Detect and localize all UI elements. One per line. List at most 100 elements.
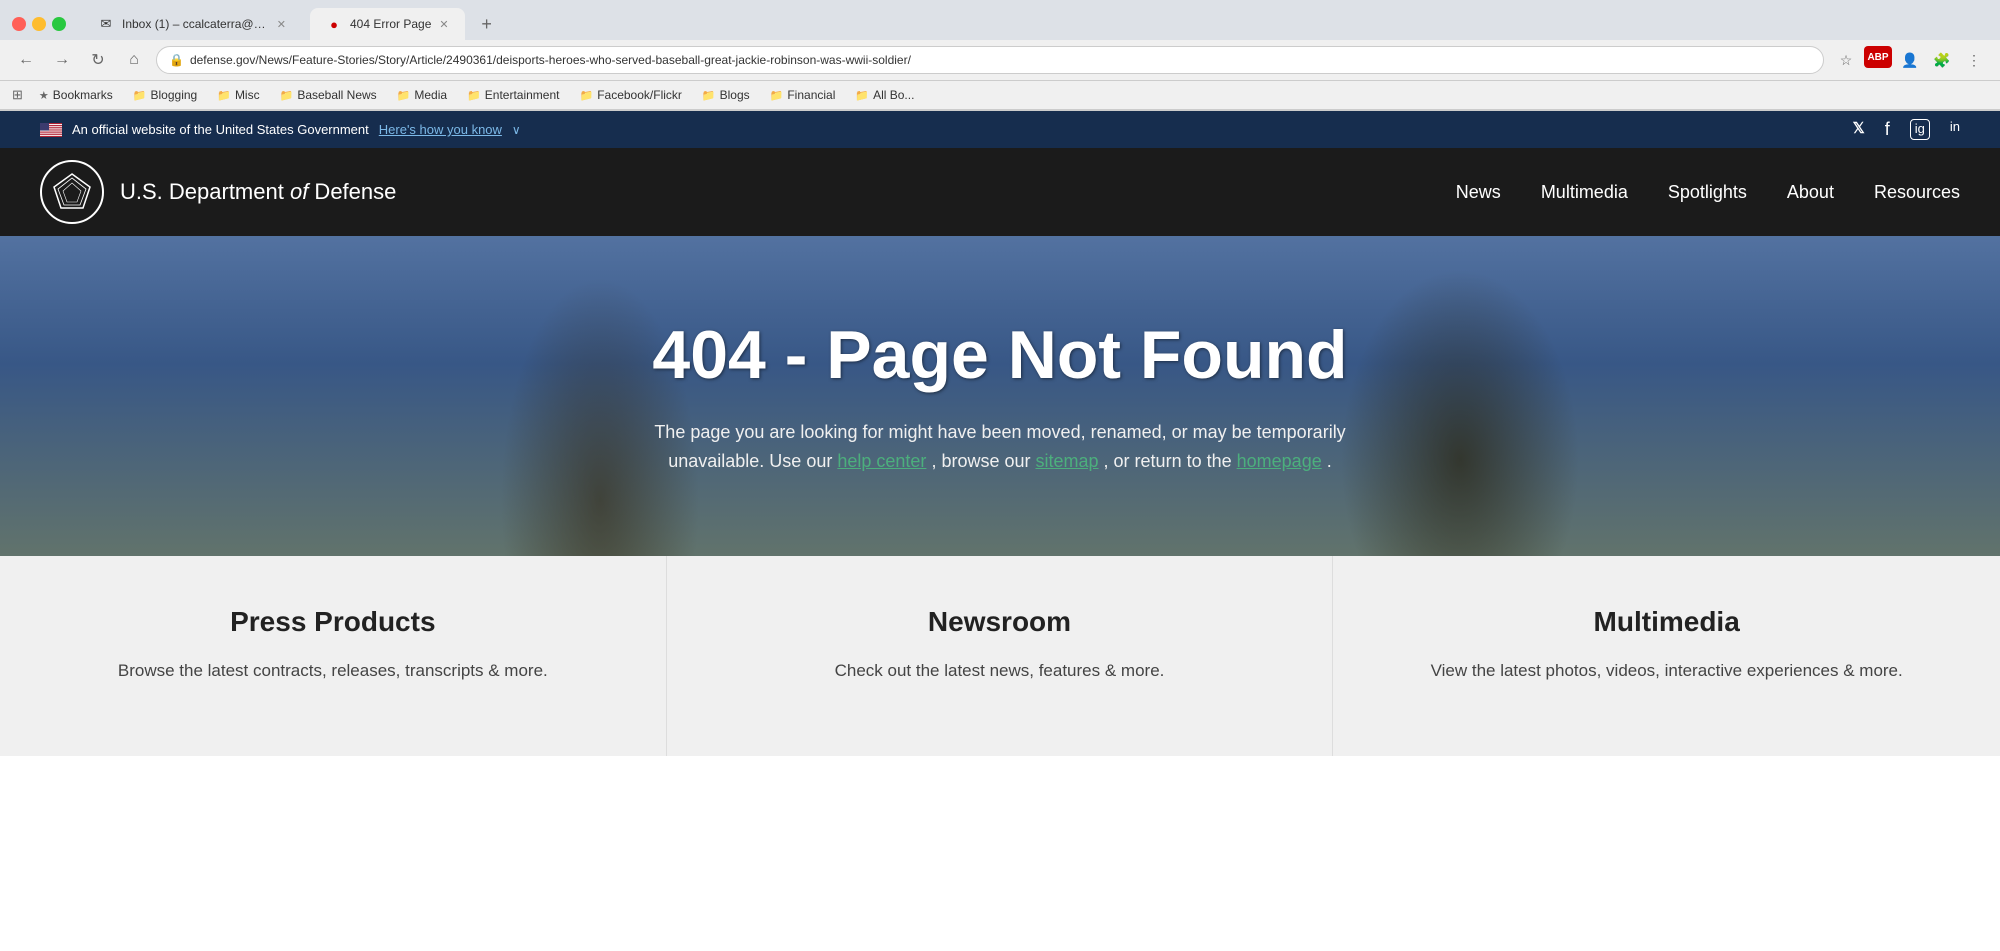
close-window-button[interactable]: [12, 17, 26, 31]
error-desc-part2: unavailable. Use our: [668, 451, 832, 471]
menu-button[interactable]: ⋮: [1960, 46, 1988, 74]
maximize-window-button[interactable]: [52, 17, 66, 31]
minimize-window-button[interactable]: [32, 17, 46, 31]
gov-bar-left: An official website of the United States…: [40, 122, 521, 137]
abp-button[interactable]: ABP: [1864, 46, 1892, 68]
url-bar[interactable]: 🔒 defense.gov/News/Feature-Stories/Story…: [156, 46, 1824, 74]
error-desc-part4: , or return to the: [1104, 451, 1232, 471]
pentagon-logo[interactable]: [40, 160, 104, 224]
home-button[interactable]: ⌂: [120, 46, 148, 74]
bookmark-media[interactable]: 📁 Media: [389, 85, 455, 105]
how-to-know-link[interactable]: Here's how you know: [379, 122, 502, 137]
tab-gmail-close[interactable]: ✕: [277, 18, 286, 31]
tab-404[interactable]: ● 404 Error Page ✕: [310, 8, 465, 40]
pentagon-icon: [50, 170, 94, 214]
bookmark-facebook-label: Facebook/Flickr: [597, 88, 682, 102]
apps-icon[interactable]: ⊞: [12, 87, 23, 103]
bookmark-blogging-label: Blogging: [151, 88, 198, 102]
window-controls: [12, 17, 66, 31]
bookmark-all-label: All Bo...: [873, 88, 914, 102]
homepage-link[interactable]: homepage: [1237, 451, 1322, 471]
back-button[interactable]: ←: [12, 46, 40, 74]
card-multimedia-desc: View the latest photos, videos, interact…: [1373, 658, 1960, 684]
card-newsroom-desc: Check out the latest news, features & mo…: [707, 658, 1293, 684]
card-newsroom-title: Newsroom: [707, 606, 1293, 638]
main-navigation: News Multimedia Spotlights About Resourc…: [1456, 182, 1960, 203]
card-multimedia-title: Multimedia: [1373, 606, 1960, 638]
extensions-button[interactable]: 🧩: [1928, 46, 1956, 74]
bookmark-financial-label: Financial: [787, 88, 835, 102]
folder-icon-4: 📁: [467, 89, 481, 102]
bookmark-entertainment[interactable]: 📁 Entertainment: [459, 85, 567, 105]
linkedin-icon[interactable]: in: [1950, 119, 1960, 140]
bookmark-star-icon: ★: [39, 89, 49, 102]
bookmark-blogging[interactable]: 📁 Blogging: [125, 85, 205, 105]
instagram-icon[interactable]: ig: [1910, 119, 1930, 140]
tab-gmail[interactable]: ✉ Inbox (1) – ccalcaterra@gmai... ✕: [82, 8, 302, 40]
nav-resources[interactable]: Resources: [1874, 182, 1960, 203]
logo-area: U.S. Department of Defense: [40, 160, 396, 224]
cards-section: Press Products Browse the latest contrac…: [0, 556, 2000, 756]
bookmark-all[interactable]: 📁 All Bo...: [847, 85, 922, 105]
dropdown-icon[interactable]: ∨: [512, 123, 521, 137]
sitemap-link[interactable]: sitemap: [1036, 451, 1099, 471]
error-description: The page you are looking for might have …: [652, 418, 1347, 476]
bookmark-baseball-label: Baseball News: [297, 88, 376, 102]
url-text: defense.gov/News/Feature-Stories/Story/A…: [190, 53, 911, 67]
browser-chrome: ✉ Inbox (1) – ccalcaterra@gmai... ✕ ● 40…: [0, 0, 2000, 111]
bookmark-blogs[interactable]: 📁 Blogs: [694, 85, 758, 105]
site-name[interactable]: U.S. Department of Defense: [120, 179, 396, 205]
bookmark-star-button[interactable]: ☆: [1832, 46, 1860, 74]
hero-section: 404 - Page Not Found The page you are lo…: [0, 236, 2000, 556]
folder-icon-1: 📁: [217, 89, 231, 102]
folder-icon-7: 📁: [770, 89, 784, 102]
error-desc-part5: .: [1327, 451, 1332, 471]
refresh-button[interactable]: ↻: [84, 46, 112, 74]
folder-icon-5: 📁: [580, 89, 594, 102]
twitter-x-icon[interactable]: 𝕏: [1853, 119, 1865, 140]
tab-404-favicon: ●: [326, 16, 342, 32]
bookmark-bookmarks[interactable]: ★ Bookmarks: [31, 85, 121, 105]
bookmark-media-label: Media: [414, 88, 447, 102]
bookmark-misc-label: Misc: [235, 88, 260, 102]
card-press-title: Press Products: [40, 606, 626, 638]
nav-multimedia[interactable]: Multimedia: [1541, 182, 1628, 203]
bookmark-financial[interactable]: 📁 Financial: [762, 85, 844, 105]
new-tab-button[interactable]: +: [473, 10, 501, 38]
forward-button[interactable]: →: [48, 46, 76, 74]
facebook-icon[interactable]: f: [1885, 119, 1890, 140]
site-header: U.S. Department of Defense News Multimed…: [0, 148, 2000, 236]
bookmark-facebook-flickr[interactable]: 📁 Facebook/Flickr: [572, 85, 690, 105]
profile-button[interactable]: 👤: [1896, 46, 1924, 74]
nav-news[interactable]: News: [1456, 182, 1501, 203]
nav-spotlights[interactable]: Spotlights: [1668, 182, 1747, 203]
card-multimedia[interactable]: Multimedia View the latest photos, video…: [1333, 556, 2000, 756]
hero-content: 404 - Page Not Found The page you are lo…: [632, 256, 1367, 536]
folder-icon-8: 📁: [855, 89, 869, 102]
bookmark-baseball-news[interactable]: 📁 Baseball News: [272, 85, 385, 105]
error-desc-part1: The page you are looking for might have …: [654, 422, 1345, 442]
us-flag-icon: [40, 123, 62, 137]
bookmark-entertainment-label: Entertainment: [485, 88, 560, 102]
error-desc-part3: , browse our: [931, 451, 1030, 471]
card-newsroom[interactable]: Newsroom Check out the latest news, feat…: [667, 556, 1334, 756]
bookmark-misc[interactable]: 📁 Misc: [209, 85, 267, 105]
title-bar: ✉ Inbox (1) – ccalcaterra@gmai... ✕ ● 40…: [0, 0, 2000, 40]
official-website-text: An official website of the United States…: [72, 122, 369, 137]
card-press-desc: Browse the latest contracts, releases, t…: [40, 658, 626, 684]
bookmarks-bar: ⊞ ★ Bookmarks 📁 Blogging 📁 Misc 📁 Baseba…: [0, 81, 2000, 110]
bookmark-blogs-label: Blogs: [720, 88, 750, 102]
nav-about[interactable]: About: [1787, 182, 1834, 203]
tab-gmail-title: Inbox (1) – ccalcaterra@gmai...: [122, 17, 269, 31]
government-bar: An official website of the United States…: [0, 111, 2000, 148]
tab-404-title: 404 Error Page: [350, 17, 431, 31]
tab-404-close[interactable]: ✕: [439, 18, 448, 31]
social-links: 𝕏 f ig in: [1853, 119, 1960, 140]
help-center-link[interactable]: help center: [837, 451, 926, 471]
bookmark-bookmarks-label: Bookmarks: [53, 88, 113, 102]
gmail-favicon: ✉: [98, 16, 114, 32]
nav-actions: ☆ ABP 👤 🧩 ⋮: [1832, 46, 1988, 74]
folder-icon-6: 📁: [702, 89, 716, 102]
card-press-products[interactable]: Press Products Browse the latest contrac…: [0, 556, 667, 756]
folder-icon-2: 📁: [280, 89, 294, 102]
